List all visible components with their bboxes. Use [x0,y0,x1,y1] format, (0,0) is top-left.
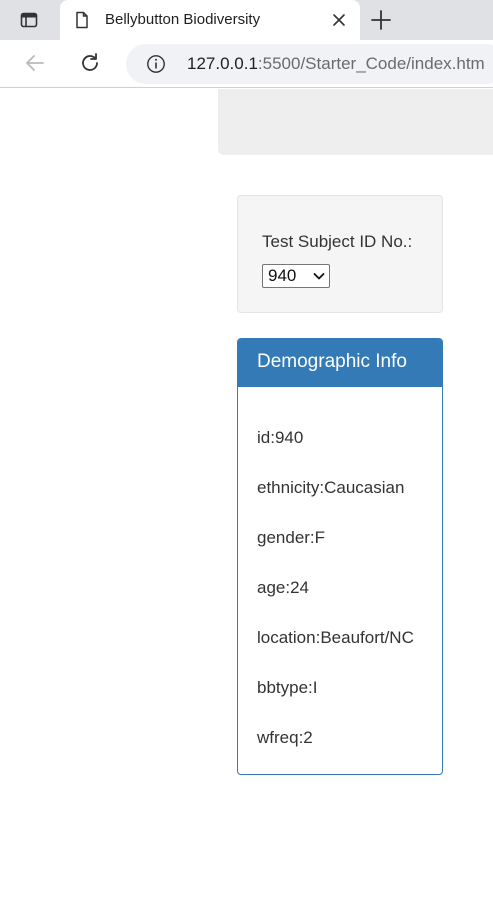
page-content: Test Subject ID No.: 940 Demographic Inf… [0,89,493,912]
subject-id-label: Test Subject ID No.: [262,232,413,251]
tab-title: Bellybutton Biodiversity [105,11,261,28]
url-text[interactable]: 127.0.0.1:5500/Starter_Code/index.htm [187,54,485,74]
tab-strip: Bellybutton Biodiversity [0,0,493,40]
close-tab-icon[interactable] [330,11,348,29]
chevron-down-icon [313,273,325,280]
browser-tab-active[interactable]: Bellybutton Biodiversity [60,0,360,40]
site-info-icon[interactable] [146,54,166,74]
new-tab-plus-icon[interactable] [369,8,393,32]
metadata-location: location:Beaufort/NC [257,628,414,647]
url-host: 127.0.0.1 [187,54,258,73]
metadata-id: id:940 [257,428,304,447]
subject-id-selected-value: 940 [268,266,297,285]
header-jumbotron [218,89,493,155]
metadata-bbtype: bbtype:I [257,678,318,697]
subject-selector-well: Test Subject ID No.: 940 [237,195,443,313]
address-bar[interactable]: 127.0.0.1:5500/Starter_Code/index.htm [126,44,493,84]
sidebar-layout-icon [20,12,38,28]
demographic-info-panel: Demographic Info id:940 ethnicity:Caucas… [237,338,443,775]
metadata-gender: gender:F [257,528,326,547]
back-arrow-icon[interactable] [23,51,47,75]
url-path: :5500/Starter_Code/index.htm [257,54,485,73]
browser-toolbar: 127.0.0.1:5500/Starter_Code/index.htm [0,40,493,88]
subject-id-dropdown[interactable]: 940 [262,264,330,288]
page-icon [76,11,88,29]
panel-heading: Demographic Info [238,339,442,387]
metadata-ethnicity: ethnicity:Caucasian [257,478,405,497]
reload-icon[interactable] [78,51,102,75]
metadata-wfreq: wfreq:2 [257,728,313,747]
metadata-age: age:24 [257,578,309,597]
tab-actions-button[interactable] [0,0,58,40]
